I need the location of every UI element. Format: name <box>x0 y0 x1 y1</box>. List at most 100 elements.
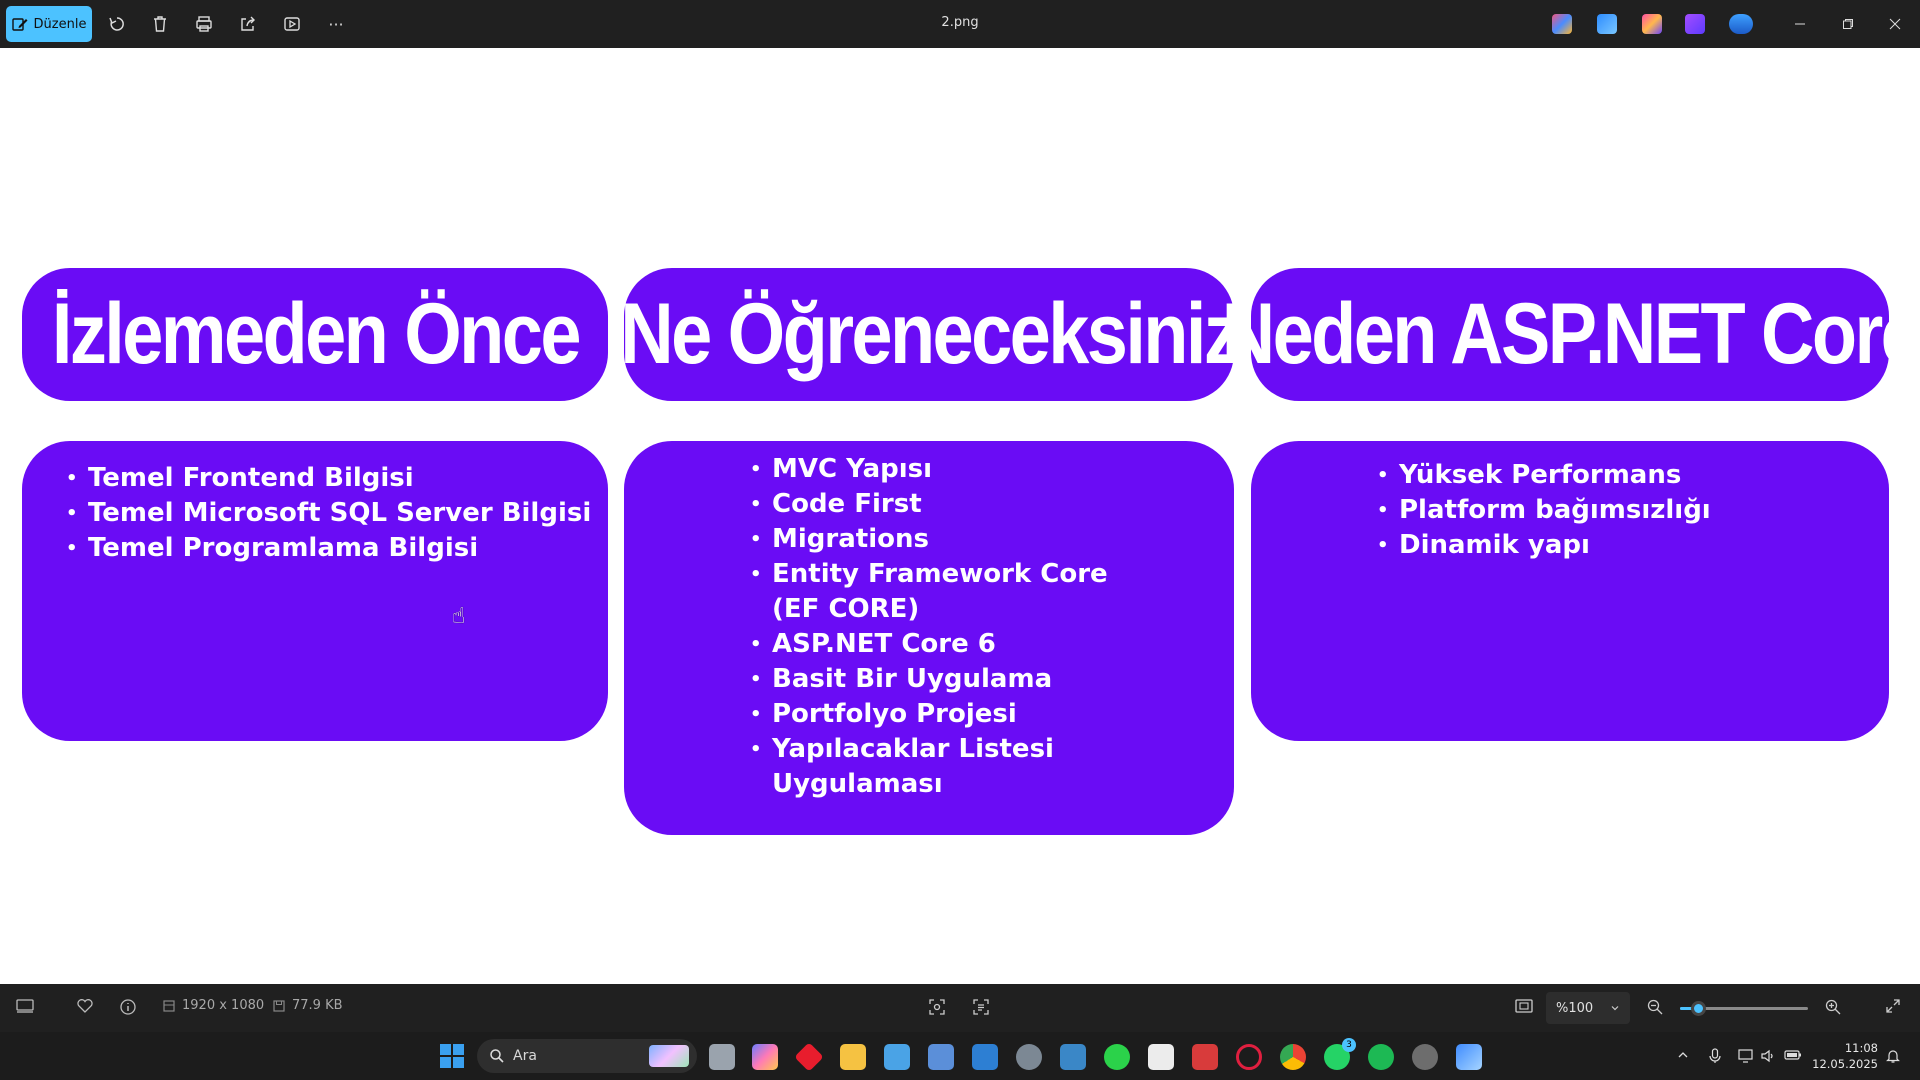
zoom-in-icon <box>1825 999 1841 1015</box>
filmstrip-button[interactable] <box>16 998 34 1014</box>
header-card-learn: Ne Öğreneceksiniz <box>620 268 1241 401</box>
dimensions-icon <box>163 999 175 1012</box>
print-icon[interactable] <box>192 12 216 36</box>
dimensions-info: 1920 x 1080 <box>162 998 264 1013</box>
zoom-out-button[interactable] <box>1646 998 1664 1016</box>
search-icon <box>490 1049 504 1063</box>
volume-icon[interactable] <box>1760 1048 1776 1068</box>
store-icon[interactable] <box>972 1044 998 1070</box>
info-button[interactable] <box>119 998 137 1016</box>
search-placeholder: Ara <box>513 1048 537 1064</box>
expand-icon <box>1886 999 1900 1013</box>
restore-icon <box>1843 19 1853 29</box>
copilot-icon[interactable] <box>1552 14 1572 34</box>
restore-button[interactable] <box>1828 10 1868 38</box>
info-icon <box>120 999 136 1015</box>
taskbar-clock[interactable]: 11:08 12.05.2025 <box>1812 1040 1878 1072</box>
filesize-info: 77.9 KB <box>272 998 343 1013</box>
text-scan-button[interactable] <box>972 998 990 1016</box>
duolingo-icon[interactable] <box>1104 1044 1130 1070</box>
settings-gear-icon[interactable] <box>1016 1044 1042 1070</box>
battery-icon[interactable] <box>1784 1048 1802 1066</box>
file-size: 77.9 KB <box>292 998 343 1013</box>
clipchamp-icon[interactable] <box>1685 14 1705 34</box>
zoom-slider[interactable] <box>1680 1001 1808 1016</box>
zoom-out-icon <box>1647 999 1663 1015</box>
list-item: MVC Yapısı <box>750 452 1108 487</box>
notification-bell-icon[interactable] <box>1886 1048 1900 1068</box>
taskbar: Ara 3 11:08 12.05.2025 <box>0 1032 1920 1080</box>
search-highlight-icon <box>649 1045 689 1067</box>
snipping-tool-icon[interactable] <box>1192 1044 1218 1070</box>
notification-badge: 3 <box>1342 1038 1356 1052</box>
more-icon[interactable]: ··· <box>324 12 348 36</box>
clock-date: 12.05.2025 <box>1812 1057 1878 1071</box>
list-item: Temel Microsoft SQL Server Bilgisi <box>66 496 591 531</box>
whatsapp-icon[interactable]: 3 <box>1324 1038 1356 1070</box>
design-app-icon[interactable] <box>1642 14 1662 34</box>
zoom-slider-thumb[interactable] <box>1690 1001 1706 1016</box>
prerequisites-list: Temel Frontend Bilgisi Temel Microsoft S… <box>66 461 591 566</box>
microphone-icon[interactable] <box>1708 1048 1722 1068</box>
minimize-button[interactable] <box>1780 10 1820 38</box>
zoom-in-button[interactable] <box>1824 998 1842 1016</box>
benefits-list: Yüksek Performans Platform bağımsızlığı … <box>1377 458 1711 563</box>
header-what-you-learn: Ne Öğreneceksiniz <box>620 286 1241 382</box>
topics-list: MVC Yapısı Code First Migrations Entity … <box>750 452 1108 802</box>
solitaire-icon[interactable] <box>1148 1044 1174 1070</box>
chevron-down-icon <box>1611 1006 1619 1011</box>
fit-window-button[interactable] <box>1515 998 1533 1014</box>
save-disk-icon <box>273 999 285 1012</box>
fit-screen-icon <box>1515 999 1533 1013</box>
fullscreen-button[interactable] <box>1885 998 1901 1014</box>
list-item: Dinamik yapı <box>1377 528 1711 563</box>
terminal-icon[interactable] <box>1060 1044 1086 1070</box>
close-icon <box>1889 18 1901 30</box>
header-why-aspnet: Neden ASP.NET Core <box>1221 286 1920 382</box>
minimize-icon <box>1795 23 1805 25</box>
clock-time: 11:08 <box>1844 1041 1878 1055</box>
edit-button[interactable]: Düzenle <box>6 6 92 42</box>
list-item: Temel Programlama Bilgisi <box>66 531 591 566</box>
windows-logo-icon <box>440 1044 451 1055</box>
filmstrip-icon <box>16 999 34 1013</box>
header-card-why: Neden ASP.NET Core <box>1221 268 1920 401</box>
title-bar: Düzenle ··· 2.png <box>0 0 1920 48</box>
rotate-icon[interactable] <box>105 12 129 36</box>
github-desktop-icon[interactable] <box>1412 1044 1438 1070</box>
copilot-taskbar-icon[interactable] <box>752 1044 778 1070</box>
slideshow-icon[interactable] <box>280 12 304 36</box>
delete-icon[interactable] <box>148 12 172 36</box>
file-explorer-icon[interactable] <box>840 1044 866 1070</box>
crop-button[interactable] <box>928 998 946 1016</box>
list-item: Entity Framework Core(EF CORE) <box>750 557 1108 627</box>
header-card-before: İzlemeden Önce <box>22 268 608 401</box>
content-card-learn: MVC Yapısı Code First Migrations Entity … <box>624 441 1234 835</box>
list-item: Code First <box>750 487 1108 522</box>
task-view-icon[interactable] <box>709 1044 735 1070</box>
favorite-button[interactable] <box>76 998 94 1014</box>
photo-editor-icon[interactable] <box>1597 14 1617 34</box>
opera-icon[interactable] <box>1236 1044 1262 1070</box>
photo-viewer-icon[interactable] <box>1456 1044 1482 1070</box>
onedrive-icon[interactable] <box>1729 14 1753 34</box>
zoom-dropdown[interactable]: %100 <box>1546 992 1630 1024</box>
close-button[interactable] <box>1875 10 1915 38</box>
zoom-level: %100 <box>1556 1000 1594 1016</box>
chrome-icon[interactable] <box>1280 1044 1306 1070</box>
image-canvas: İzlemeden Önce Ne Öğreneceksiniz Neden A… <box>0 48 1920 984</box>
photos-icon[interactable] <box>928 1044 954 1070</box>
list-item: Portfolyo Projesi <box>750 697 1108 732</box>
network-icon[interactable] <box>1738 1048 1754 1068</box>
taskbar-search[interactable]: Ara <box>477 1039 697 1073</box>
text-scan-icon <box>973 999 989 1015</box>
chevron-up-icon[interactable] <box>1676 1048 1690 1066</box>
share-icon[interactable] <box>236 12 260 36</box>
anydesk-icon[interactable] <box>794 1042 824 1072</box>
control-panel-icon[interactable] <box>884 1044 910 1070</box>
content-card-why: Yüksek Performans Platform bağımsızlığı … <box>1251 441 1889 741</box>
list-item: Basit Bir Uygulama <box>750 662 1108 697</box>
spotify-icon[interactable] <box>1368 1044 1394 1070</box>
start-button[interactable] <box>440 1044 464 1068</box>
list-item: Temel Frontend Bilgisi <box>66 461 591 496</box>
